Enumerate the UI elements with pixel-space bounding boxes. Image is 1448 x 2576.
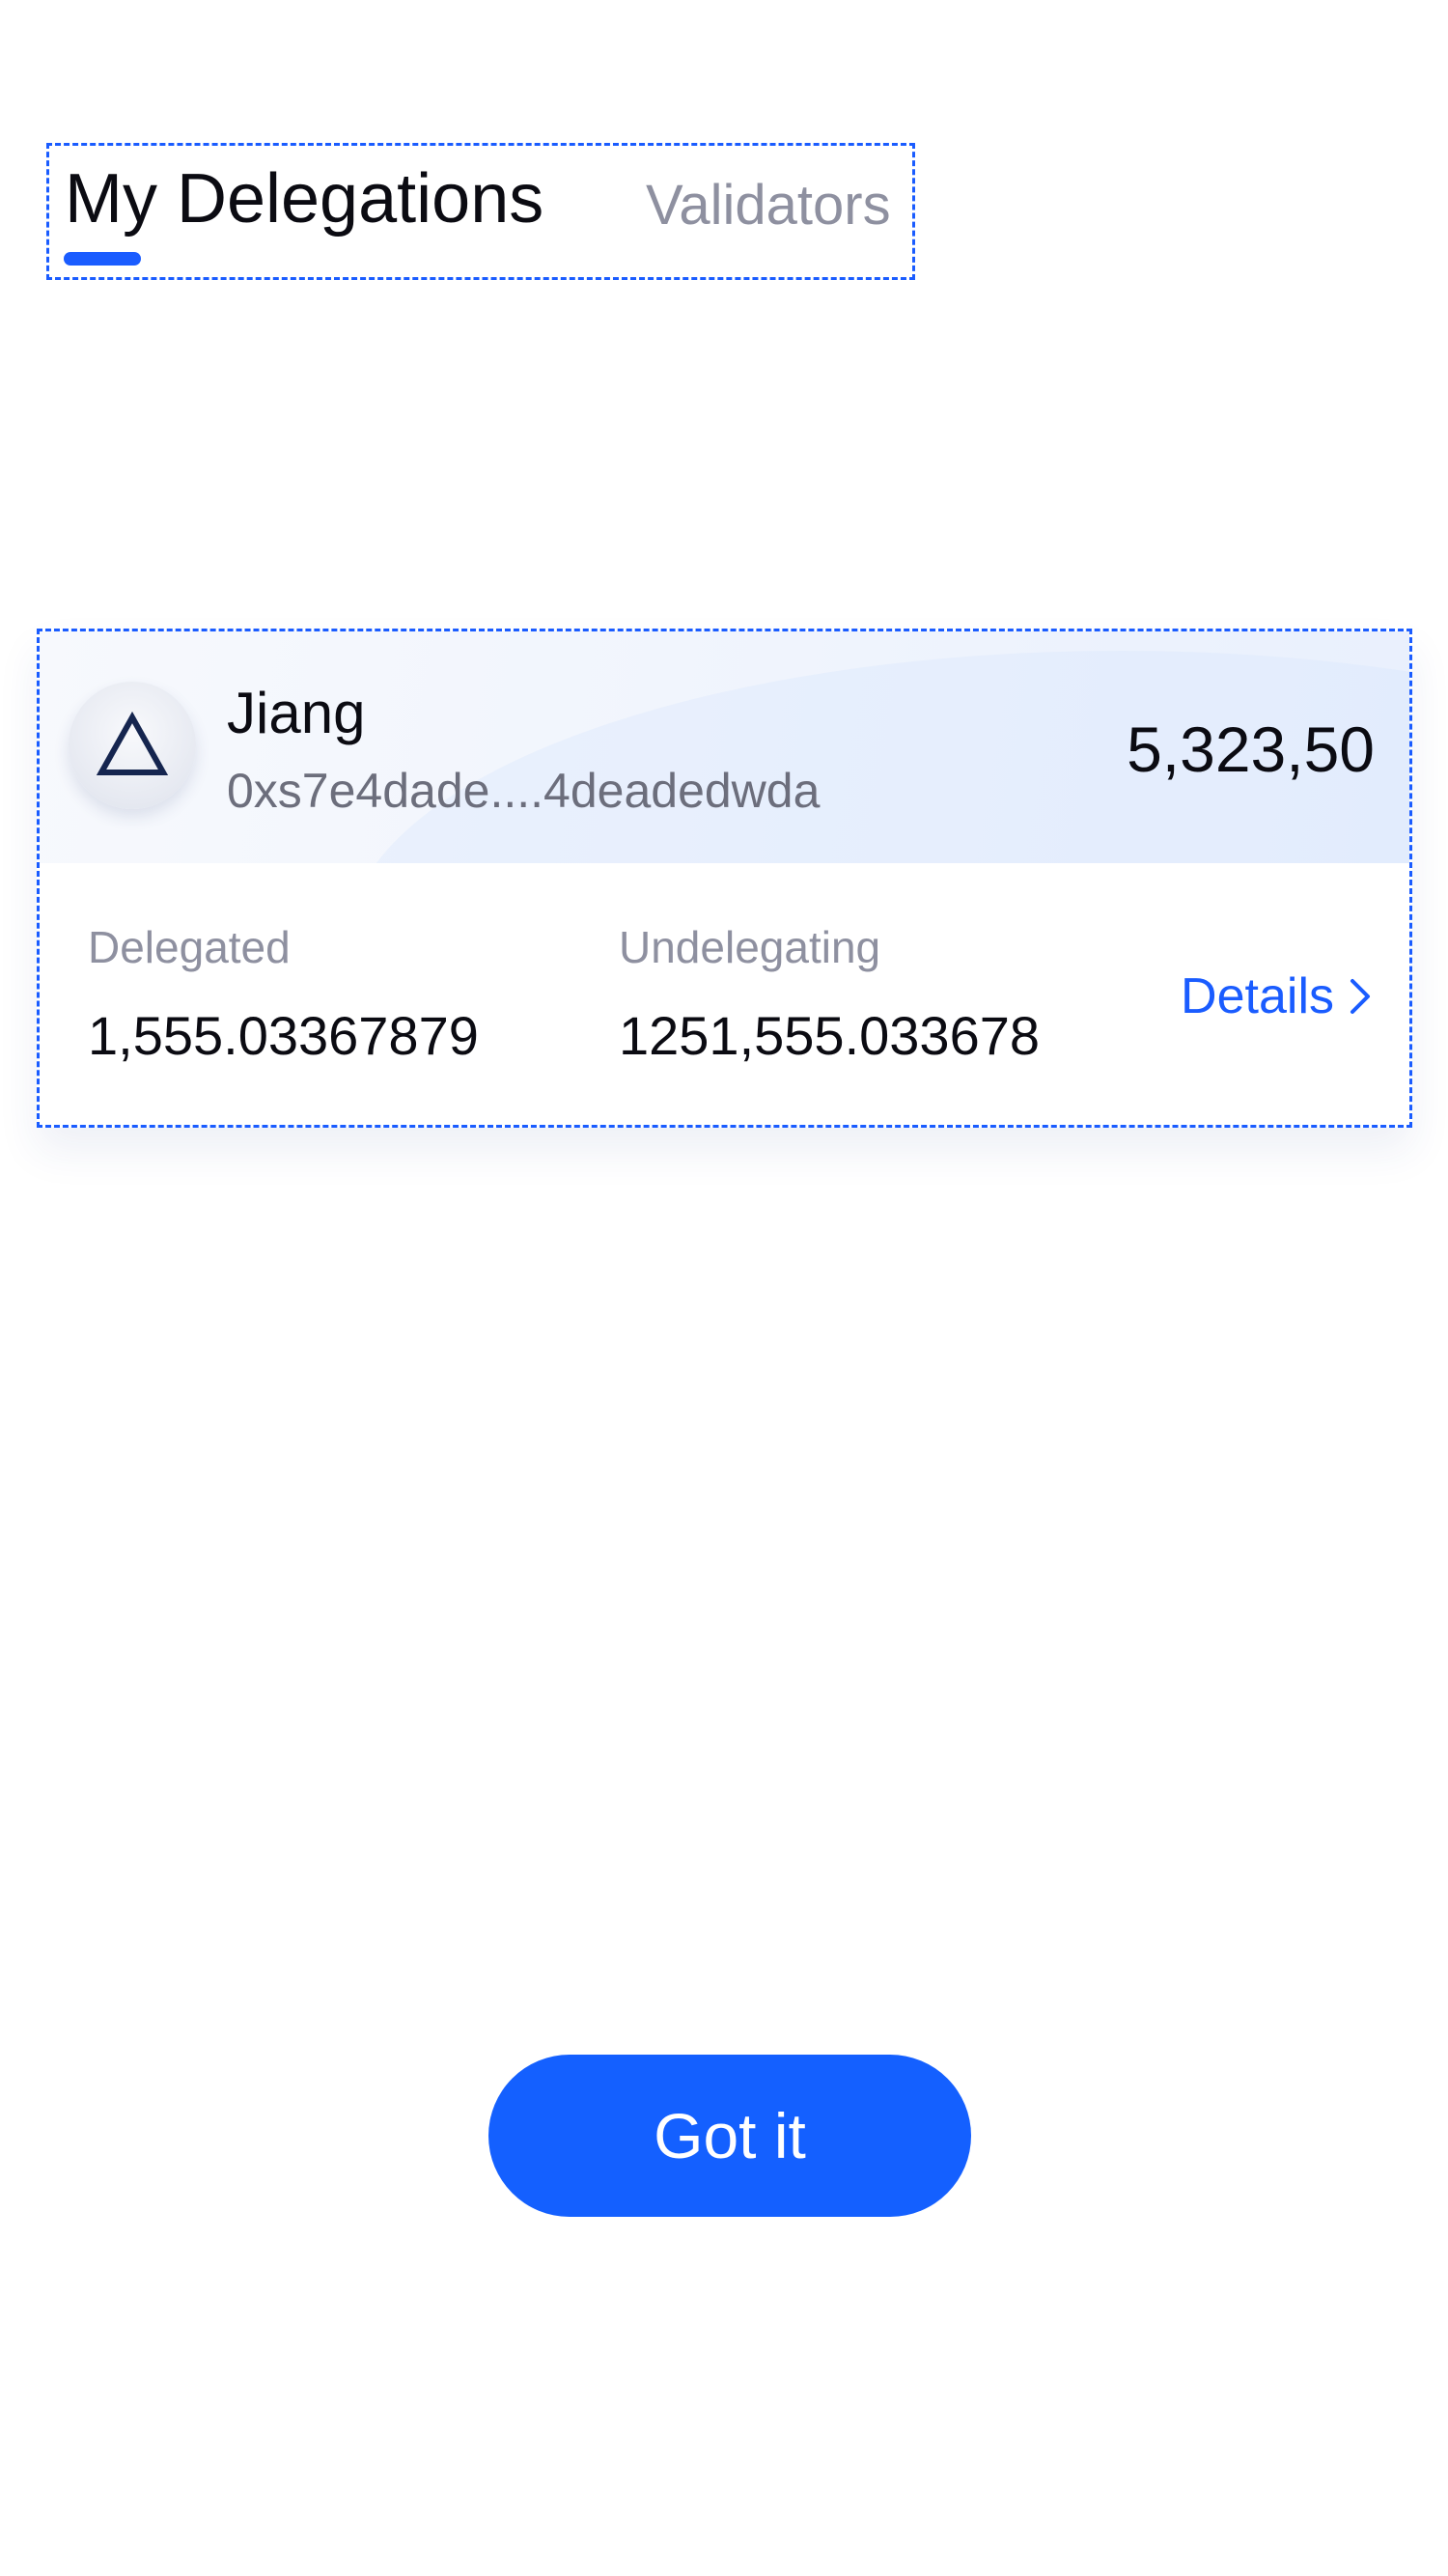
triangle-logo-icon bbox=[96, 711, 169, 775]
active-tab-indicator bbox=[64, 252, 141, 266]
validator-avatar bbox=[69, 682, 196, 809]
validator-address: 0xs7e4dade....4deadedwda bbox=[227, 764, 821, 818]
undelegating-value: 1251,555.033678 bbox=[619, 1005, 1040, 1066]
details-label: Details bbox=[1181, 968, 1334, 1024]
tab-my-delegations[interactable]: My Delegations bbox=[65, 159, 543, 238]
chevron-right-icon bbox=[1351, 979, 1370, 1014]
undelegating-label: Undelegating bbox=[619, 922, 881, 972]
validator-name: Jiang bbox=[227, 681, 366, 745]
got-it-button[interactable]: Got it bbox=[488, 2055, 971, 2217]
validator-amount: 5,323,50 bbox=[1127, 714, 1375, 785]
details-link[interactable]: Details bbox=[1181, 967, 1375, 1025]
delegated-value: 1,555.03367879 bbox=[88, 1005, 479, 1066]
tab-validators[interactable]: Validators bbox=[646, 173, 891, 238]
delegation-card: Jiang 0xs7e4dade....4deadedwda 5,323,50 … bbox=[37, 629, 1412, 1128]
tab-bar: My Delegations Validators bbox=[46, 143, 915, 280]
page: My Delegations Validators Jiang 0xs7e4da… bbox=[0, 0, 1448, 2576]
delegated-label: Delegated bbox=[88, 922, 291, 972]
